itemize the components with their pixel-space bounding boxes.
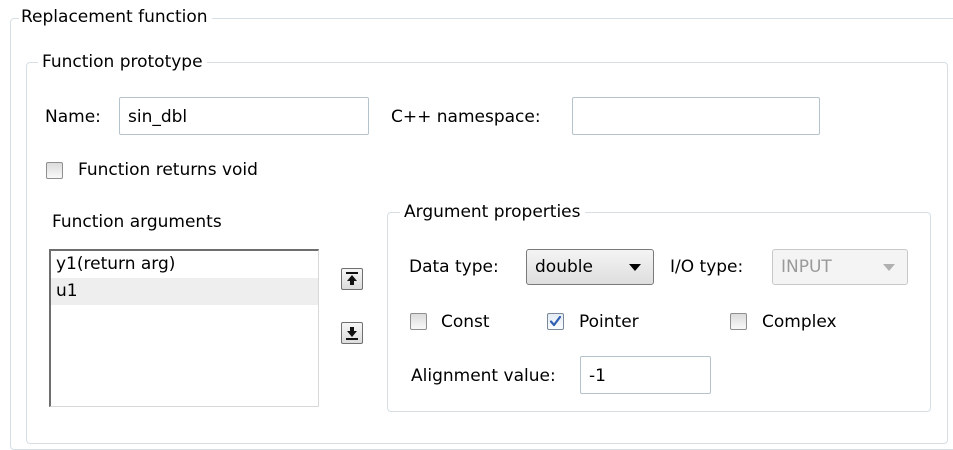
check-icon — [549, 315, 562, 327]
alignment-input-value: -1 — [589, 366, 606, 386]
namespace-label: C++ namespace: — [391, 107, 541, 127]
chevron-down-icon — [883, 264, 895, 271]
data-type-dropdown[interactable]: double — [526, 249, 654, 285]
function-prototype-title: Function prototype — [38, 52, 207, 72]
const-checkbox[interactable] — [410, 313, 427, 330]
returns-void-checkbox[interactable] — [46, 162, 63, 179]
complex-checkbox[interactable] — [730, 313, 747, 330]
alignment-input[interactable]: -1 — [580, 356, 711, 394]
pointer-checkbox[interactable] — [547, 313, 564, 330]
function-arguments-title: Function arguments — [52, 212, 222, 232]
name-input-value: sin_dbl — [128, 107, 188, 127]
namespace-input[interactable] — [572, 97, 820, 135]
list-item[interactable]: y1(return arg) — [51, 251, 318, 278]
list-item[interactable]: u1 — [51, 278, 318, 305]
io-type-label: I/O type: — [670, 257, 744, 277]
io-type-value: INPUT — [781, 257, 832, 277]
data-type-value: double — [535, 257, 593, 277]
argument-properties-title: Argument properties — [400, 202, 585, 222]
data-type-label: Data type: — [409, 257, 499, 277]
pointer-label: Pointer — [579, 312, 639, 332]
list-item-label: u1 — [56, 281, 78, 301]
chevron-down-icon — [629, 264, 641, 271]
arrow-up-bar-icon — [346, 272, 358, 285]
list-item-label: y1(return arg) — [56, 254, 176, 274]
alignment-label: Alignment value: — [411, 366, 556, 386]
move-up-button[interactable] — [341, 268, 363, 290]
complex-label: Complex — [762, 312, 837, 332]
name-input[interactable]: sin_dbl — [119, 97, 369, 135]
returns-void-label: Function returns void — [78, 160, 258, 180]
replacement-function-title: Replacement function — [19, 7, 212, 27]
function-arguments-list[interactable]: y1(return arg) u1 — [49, 249, 319, 407]
io-type-dropdown[interactable]: INPUT — [772, 249, 908, 285]
arrow-down-bar-icon — [346, 327, 358, 340]
const-label: Const — [441, 312, 490, 332]
name-label: Name: — [45, 107, 101, 127]
move-down-button[interactable] — [341, 322, 363, 344]
